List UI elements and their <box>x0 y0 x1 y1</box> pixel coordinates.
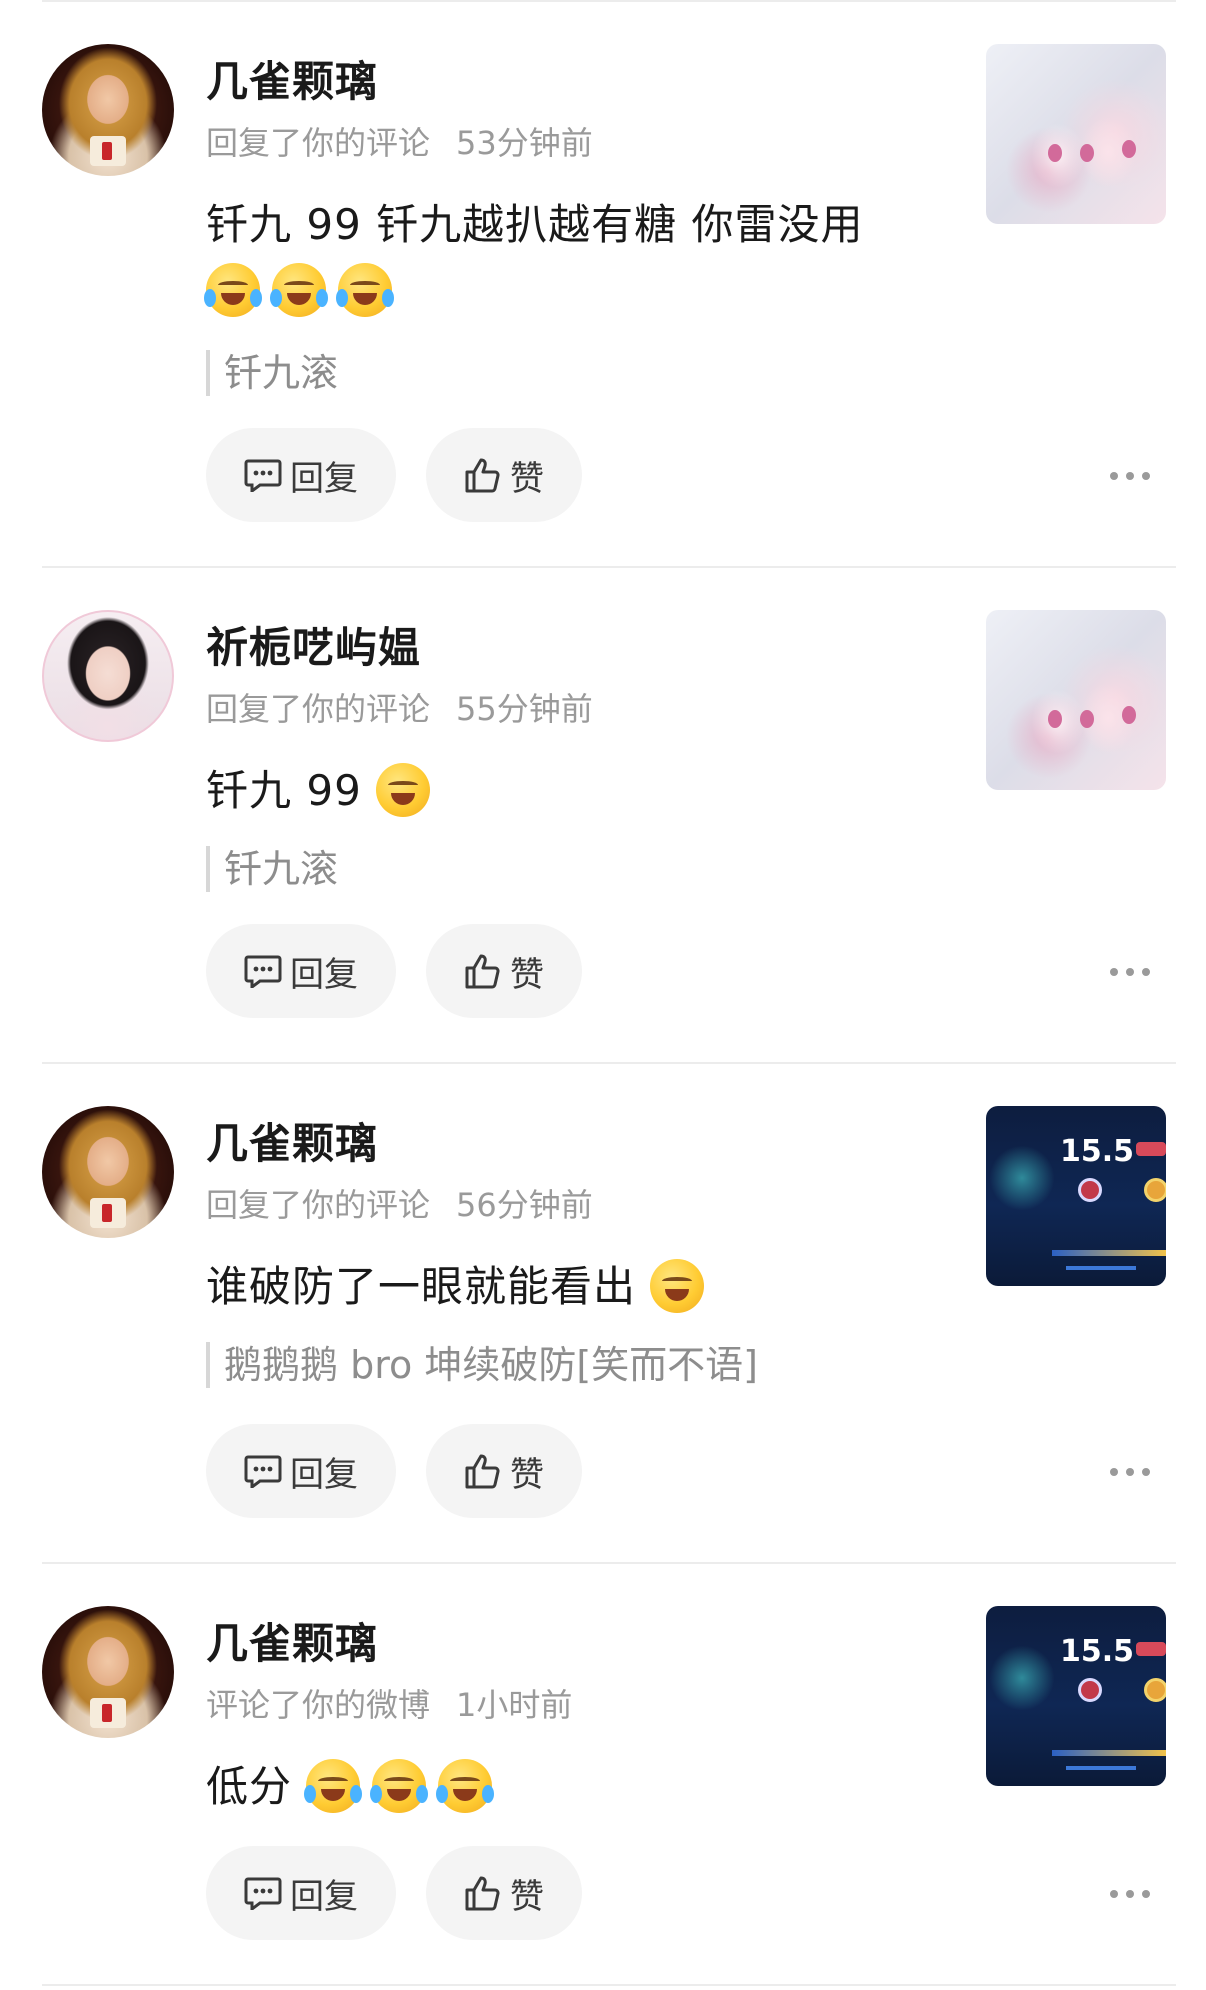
timestamp: 53分钟前 <box>456 124 593 162</box>
comment-text: 谁破防了一眼就能看出 <box>206 1254 926 1320</box>
thumbs-up-icon <box>465 1454 500 1489</box>
comment-icon <box>244 955 282 988</box>
thumbs-up-icon <box>465 1876 500 1911</box>
notification-meta: 回复了你的评论 56分钟前 <box>206 1180 593 1226</box>
divider <box>42 1562 1176 1564</box>
reply-label: 回复 <box>290 458 358 499</box>
reply-label: 回复 <box>290 954 358 995</box>
comment-body: 低分 <box>206 1762 293 1811</box>
divider <box>42 1062 1176 1064</box>
like-label: 赞 <box>510 1876 544 1917</box>
covering-mouth-emoji <box>650 1259 705 1313</box>
notification-meta: 评论了你的微博 1小时前 <box>206 1680 572 1726</box>
quoted-comment[interactable]: 鹅鹅鹅 bro 坤续破防[笑而不语] <box>206 1342 758 1388</box>
timestamp: 1小时前 <box>456 1686 573 1724</box>
action-text: 回复了你的评论 <box>206 690 431 728</box>
divider <box>42 1984 1176 1986</box>
comment-body: 钎九 99 <box>206 766 362 815</box>
more-icon[interactable] <box>1110 470 1150 482</box>
crying-laugh-emoji <box>436 1759 495 1813</box>
comment-icon <box>244 1455 282 1488</box>
comment-icon <box>244 1877 282 1910</box>
notification-meta: 回复了你的评论 53分钟前 <box>206 118 593 164</box>
action-text: 回复了你的评论 <box>206 124 431 162</box>
like-label: 赞 <box>510 458 544 499</box>
crying-laugh-emoji <box>304 1759 363 1813</box>
crying-laugh-emoji <box>270 263 328 317</box>
like-button[interactable]: 赞 <box>426 428 582 522</box>
action-text: 评论了你的微博 <box>206 1686 431 1724</box>
divider <box>42 0 1176 2</box>
reply-button[interactable]: 回复 <box>206 1846 396 1940</box>
post-thumbnail[interactable]: 15.5 <box>986 1106 1166 1286</box>
user-name[interactable]: 几雀颗璃 <box>206 1610 378 1671</box>
more-icon[interactable] <box>1110 1888 1150 1900</box>
user-name[interactable]: 祈栀呓屿媪 <box>206 614 421 675</box>
post-thumbnail[interactable] <box>986 610 1166 790</box>
reply-button[interactable]: 回复 <box>206 924 396 1018</box>
like-button[interactable]: 赞 <box>426 1424 582 1518</box>
like-button[interactable]: 赞 <box>426 924 582 1018</box>
user-name[interactable]: 几雀颗璃 <box>206 1110 378 1171</box>
avatar[interactable] <box>42 44 174 176</box>
comment-body: 钎九 99 钎九越扒越有糖 你雷没用 <box>206 200 864 249</box>
laughing-emoji <box>376 763 431 817</box>
like-label: 赞 <box>510 954 544 995</box>
quoted-comment[interactable]: 钎九滚 <box>206 350 338 396</box>
more-icon[interactable] <box>1110 1466 1150 1478</box>
game-score: 15.5 <box>1060 1634 1135 1669</box>
like-label: 赞 <box>510 1454 544 1495</box>
thumbs-up-icon <box>465 458 500 493</box>
like-button[interactable]: 赞 <box>426 1846 582 1940</box>
post-thumbnail[interactable]: 15.5 <box>986 1606 1166 1786</box>
avatar[interactable] <box>42 1106 174 1238</box>
comment-body: 谁破防了一眼就能看出 <box>206 1262 637 1311</box>
crying-laugh-emoji <box>336 263 394 317</box>
timestamp: 55分钟前 <box>456 690 593 728</box>
comment-text: 低分 <box>206 1754 926 1820</box>
avatar[interactable] <box>42 1606 174 1738</box>
user-name[interactable]: 几雀颗璃 <box>206 48 378 109</box>
reply-label: 回复 <box>290 1876 358 1917</box>
avatar[interactable] <box>42 610 174 742</box>
notification-meta: 回复了你的评论 55分钟前 <box>206 684 593 730</box>
more-icon[interactable] <box>1110 966 1150 978</box>
crying-laugh-emoji <box>204 263 262 317</box>
post-thumbnail[interactable] <box>986 44 1166 224</box>
comment-icon <box>244 459 282 492</box>
thumbs-up-icon <box>465 954 500 989</box>
quoted-comment[interactable]: 钎九滚 <box>206 846 338 892</box>
timestamp: 56分钟前 <box>456 1186 593 1224</box>
crying-laugh-emoji <box>370 1759 429 1813</box>
game-score: 15.5 <box>1060 1134 1135 1169</box>
reply-button[interactable]: 回复 <box>206 1424 396 1518</box>
action-text: 回复了你的评论 <box>206 1186 431 1224</box>
divider <box>42 566 1176 568</box>
comment-text: 钎九 99 钎九越扒越有糖 你雷没用 <box>204 192 926 324</box>
reply-label: 回复 <box>290 1454 358 1495</box>
comment-text: 钎九 99 <box>206 758 926 824</box>
reply-button[interactable]: 回复 <box>206 428 396 522</box>
